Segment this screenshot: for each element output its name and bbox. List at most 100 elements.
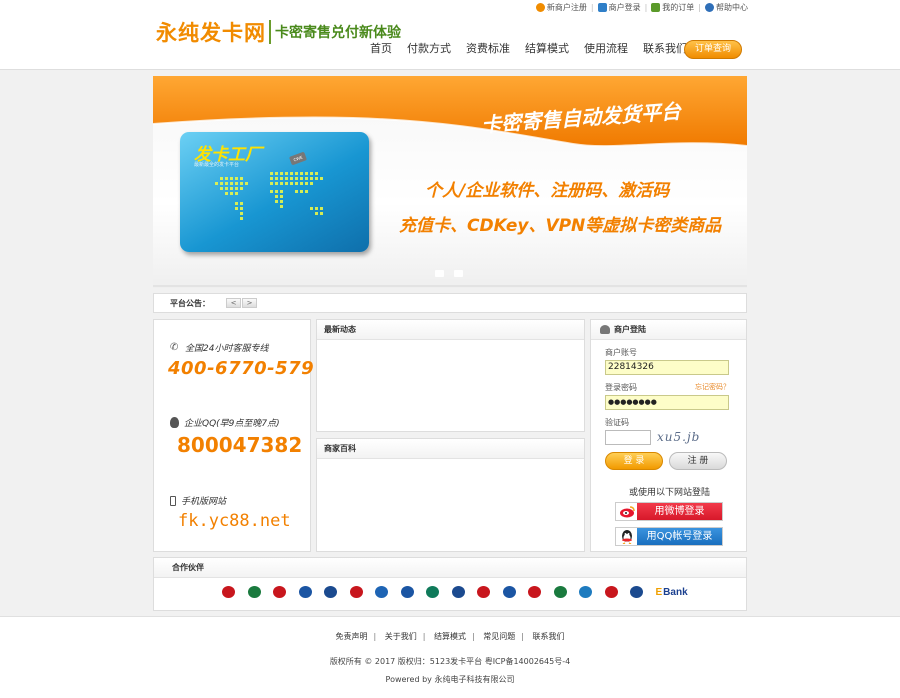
announcement-next-button[interactable]: > xyxy=(242,298,257,308)
site-footer: 免责声明 | 关于我们 | 结算模式 | 常见问题 | 联系我们 版权所有 © 2017… xyxy=(0,616,900,698)
ebank-logo[interactable]: E Bank xyxy=(656,587,688,598)
third-party-login-text: 或使用以下网站登陆 xyxy=(628,488,710,498)
mobile-site-label-text: 手机版网站 xyxy=(181,497,227,507)
bank-icon-12[interactable] xyxy=(502,586,516,598)
bank-icon-16[interactable] xyxy=(604,586,618,598)
footer-link-contact[interactable]: 联系我们 xyxy=(533,632,565,641)
bank-icon-13[interactable] xyxy=(528,586,541,598)
register-button[interactable]: 注 册 xyxy=(669,452,727,470)
nav-process[interactable]: 使用流程 xyxy=(584,40,628,56)
bank-icon-10[interactable] xyxy=(451,586,465,598)
banner-line-1: 个人/企业软件、注册码、激活码 xyxy=(425,181,670,201)
partner-logos: E Bank xyxy=(222,586,688,598)
hotline-label-text: 全国24小时客服专线 xyxy=(185,344,269,354)
merchant-wiki-panel: 商家百科 xyxy=(316,438,585,552)
captcha-input[interactable] xyxy=(605,430,651,445)
bank-icon-15[interactable] xyxy=(579,586,592,598)
my-orders-link[interactable]: 我的订单 xyxy=(651,2,694,13)
weibo-icon xyxy=(616,503,637,520)
hotline-number: 400-6770-579 xyxy=(168,358,315,379)
account-label: 商户账号 xyxy=(605,348,637,357)
bank-icon-14[interactable] xyxy=(553,586,567,598)
login-panel-title: 商户登陆 xyxy=(614,324,646,334)
captcha-label: 验证码 xyxy=(605,418,629,427)
ebank-mark: E xyxy=(655,586,663,598)
my-orders-link-label: 我的订单 xyxy=(662,3,695,12)
qq-login-button[interactable]: 用QQ帐号登录 xyxy=(615,527,723,546)
nav-settlement[interactable]: 结算模式 xyxy=(525,40,569,56)
password-input[interactable]: ●●●●●●●● xyxy=(605,395,729,410)
logo-divider xyxy=(269,20,271,44)
mobile-site-label: 手机版网站 xyxy=(170,494,226,507)
footer-link-about[interactable]: 关于我们 xyxy=(385,632,417,641)
login-button[interactable]: 登 录 xyxy=(605,452,663,470)
bank-icon-8[interactable] xyxy=(400,586,414,598)
mobile-phone-icon xyxy=(170,495,176,506)
announcement-prev-button[interactable]: < xyxy=(226,298,241,308)
partners-title: 合作伙伴 xyxy=(154,558,746,578)
logo-main-text: 永纯发卡网 xyxy=(156,21,266,45)
qq-penguin-icon xyxy=(616,528,637,545)
contact-panel: ✆ 全国24小时客服专线 400-6770-579 企业QQ(早9点至晚7点) … xyxy=(153,319,315,552)
weibo-login-label: 用微博登录 xyxy=(637,503,722,520)
bank-icon-1[interactable] xyxy=(222,586,235,598)
qq-login-label: 用QQ帐号登录 xyxy=(637,528,722,545)
card-subtitle: 最新最全的发卡平台 xyxy=(194,162,240,168)
bank-icon-5[interactable] xyxy=(324,586,337,598)
login-icon xyxy=(597,3,607,12)
site-header: 新商户注册 | 商户登录 | 我的订单 | 帮助中心 永纯发卡网 卡密寄售兑付新… xyxy=(0,0,900,70)
footer-link-faq[interactable]: 常见问题 xyxy=(483,632,515,641)
merchant-login-link[interactable]: 商户登录 xyxy=(597,2,641,13)
footer-link-disclaimer[interactable]: 免责声明 xyxy=(336,632,368,641)
bank-icon-2[interactable] xyxy=(247,586,261,598)
qq-number: 800047382 xyxy=(177,433,303,457)
weibo-login-button[interactable]: 用微博登录 xyxy=(615,502,723,521)
partners-panel: 合作伙伴 E Bank xyxy=(153,557,747,611)
merchant-login-link-label: 商户登录 xyxy=(608,3,641,12)
banner-line-2: 充值卡、CDKey、VPN等虚拟卡密类商品 xyxy=(399,216,722,236)
bank-icon-9[interactable] xyxy=(426,586,439,598)
nav-payment-methods[interactable]: 付款方式 xyxy=(407,40,451,56)
hotline-label: ✆ 全国24小时客服专线 xyxy=(170,341,268,354)
ebank-text: Bank xyxy=(663,586,688,598)
penguin-icon xyxy=(170,417,179,428)
bank-icon-7[interactable] xyxy=(375,586,388,598)
captcha-image[interactable]: xu5.jb xyxy=(657,430,700,444)
users-icon xyxy=(600,325,610,334)
news-panel: 最新动态 xyxy=(316,319,585,432)
main-nav: 首页 付款方式 资费标准 结算模式 使用流程 联系我们 订单查询 xyxy=(370,40,742,59)
bank-icon-6[interactable] xyxy=(349,586,363,598)
merchant-login-panel: 商户登陆 商户账号 22814326 登录密码 忘记密码？ ●●●●●●●● 验… xyxy=(590,319,747,552)
nav-pricing[interactable]: 资费标准 xyxy=(466,40,510,56)
password-label: 登录密码 xyxy=(605,383,637,392)
news-panel-title: 最新动态 xyxy=(317,320,584,340)
top-links: 新商户注册 | 商户登录 | 我的订单 | 帮助中心 xyxy=(535,2,748,13)
register-link[interactable]: 新商户注册 xyxy=(535,2,587,13)
bank-icon-11[interactable] xyxy=(477,586,490,598)
logo-tagline: 卡密寄售兑付新体验 xyxy=(275,25,401,41)
site-logo[interactable]: 永纯发卡网 卡密寄售兑付新体验 xyxy=(156,17,401,47)
order-query-button[interactable]: 订单查询 xyxy=(684,40,742,59)
help-icon xyxy=(705,3,714,12)
login-panel-header: 商户登陆 xyxy=(591,320,746,340)
nav-home[interactable]: 首页 xyxy=(370,40,392,56)
bank-icon-3[interactable] xyxy=(273,586,286,598)
bank-icon-17[interactable] xyxy=(630,586,643,598)
help-center-link[interactable]: 帮助中心 xyxy=(705,2,748,13)
slide-dot-1[interactable] xyxy=(435,270,444,277)
account-input[interactable]: 22814326 xyxy=(605,360,729,375)
forgot-password-link[interactable]: 忘记密码？ xyxy=(695,382,730,392)
announcement-bar: 平台公告： < > xyxy=(153,293,747,313)
footer-powered-by: Powered by 永纯电子科技有限公司 xyxy=(385,675,515,684)
bank-icon-4[interactable] xyxy=(298,586,312,598)
footer-link-settlement[interactable]: 结算模式 xyxy=(434,632,466,641)
nav-contact[interactable]: 联系我们 xyxy=(643,40,687,56)
hero-banner[interactable]: 发卡工厂 最新最全的发卡平台 CWE 卡密寄售自动发货平台 个人/企业软件、注册… xyxy=(153,76,747,288)
qq-label-text: 企业QQ(早9点至晚7点) xyxy=(184,419,280,429)
phone-icon: ✆ xyxy=(170,341,179,353)
slide-dot-2[interactable] xyxy=(454,270,463,277)
help-center-link-label: 帮助中心 xyxy=(716,3,748,12)
mobile-site-url[interactable]: fk.yc88.net xyxy=(178,511,291,531)
qq-label: 企业QQ(早9点至晚7点) xyxy=(170,416,280,429)
user-icon xyxy=(535,3,545,12)
